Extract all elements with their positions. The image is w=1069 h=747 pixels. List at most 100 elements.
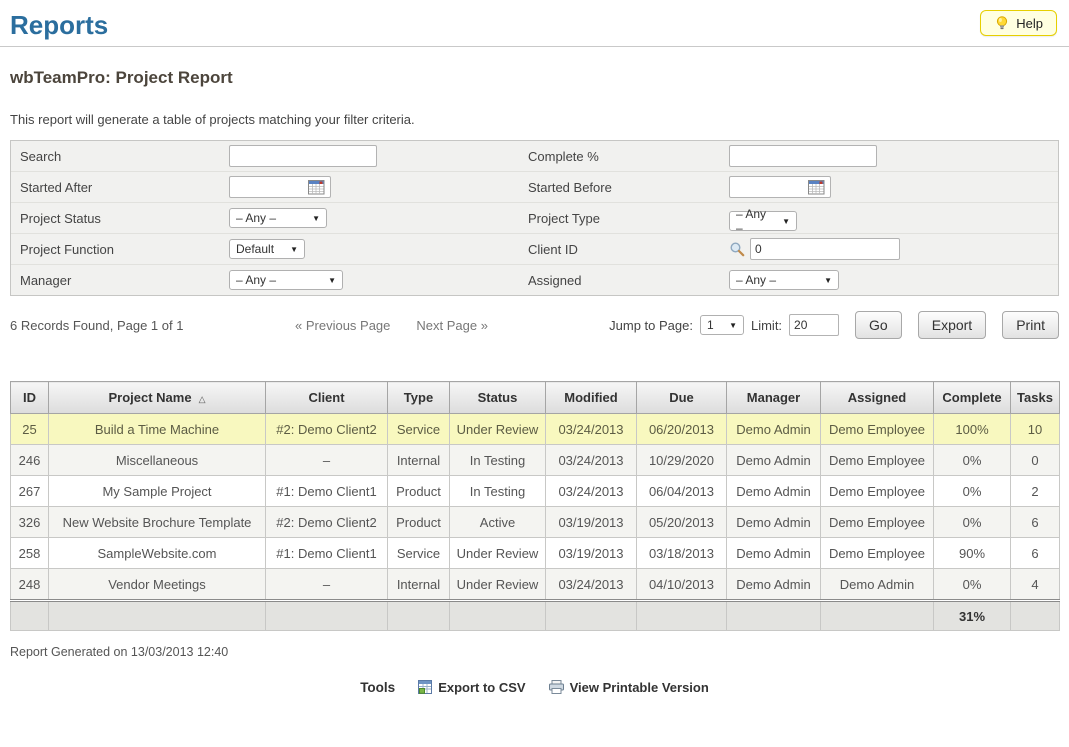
- table-row[interactable]: 25Build a Time Machine#2: Demo Client2Se…: [11, 414, 1060, 445]
- column-header-type[interactable]: Type: [388, 382, 450, 414]
- table-row[interactable]: 258SampleWebsite.com#1: Demo Client1Serv…: [11, 538, 1060, 569]
- csv-file-icon: [417, 679, 433, 695]
- column-header-project-name[interactable]: Project Name △: [49, 382, 266, 414]
- table-cell: Service: [388, 414, 450, 445]
- table-cell: Under Review: [450, 538, 546, 569]
- column-header-assigned[interactable]: Assigned: [821, 382, 934, 414]
- column-header-tasks[interactable]: Tasks: [1011, 382, 1060, 414]
- calendar-icon[interactable]: [808, 179, 825, 195]
- report-description: This report will generate a table of pro…: [10, 112, 1059, 127]
- summary-cell: [546, 601, 637, 631]
- column-header-label: Tasks: [1017, 390, 1053, 405]
- complete-input[interactable]: [729, 145, 877, 167]
- table-row[interactable]: 246Miscellaneous–InternalIn Testing03/24…: [11, 445, 1060, 476]
- export-button[interactable]: Export: [918, 311, 986, 339]
- table-cell: 6: [1011, 538, 1060, 569]
- manager-select[interactable]: – Any – ▼: [229, 270, 343, 290]
- started-before-input[interactable]: [732, 179, 808, 195]
- chevron-down-icon: ▼: [729, 321, 737, 330]
- project-function-label: Project Function: [11, 242, 229, 257]
- table-row[interactable]: 326New Website Brochure Template#2: Demo…: [11, 507, 1060, 538]
- chevron-down-icon: ▼: [312, 214, 320, 223]
- summary-cell: [11, 601, 49, 631]
- page-title: Reports: [10, 10, 108, 40]
- table-cell: Demo Employee: [821, 445, 934, 476]
- manager-value: – Any –: [236, 273, 276, 287]
- summary-complete-value: 31%: [934, 601, 1011, 631]
- table-cell: 4: [1011, 569, 1060, 601]
- table-cell: Build a Time Machine: [49, 414, 266, 445]
- project-type-select[interactable]: – Any – ▼: [729, 211, 797, 231]
- table-cell: Active: [450, 507, 546, 538]
- table-cell: 25: [11, 414, 49, 445]
- client-id-input[interactable]: [750, 238, 900, 260]
- search-input[interactable]: [229, 145, 377, 167]
- summary-cell: [388, 601, 450, 631]
- column-header-label: Project Name: [108, 390, 191, 405]
- column-header-client[interactable]: Client: [266, 382, 388, 414]
- view-printable-link[interactable]: View Printable Version: [548, 679, 709, 695]
- search-client-icon[interactable]: [729, 241, 745, 257]
- table-cell: 10/29/2020: [637, 445, 727, 476]
- assigned-select[interactable]: – Any – ▼: [729, 270, 839, 290]
- previous-page-link[interactable]: « Previous Page: [295, 318, 390, 333]
- client-id-label: Client ID: [519, 242, 729, 257]
- next-page-link[interactable]: Next Page »: [416, 318, 488, 333]
- project-type-value: – Any –: [736, 207, 774, 235]
- project-status-select[interactable]: – Any – ▼: [229, 208, 327, 228]
- project-function-select[interactable]: Default ▼: [229, 239, 305, 259]
- table-cell: Demo Admin: [821, 569, 934, 601]
- column-header-label: ID: [23, 390, 36, 405]
- table-cell: –: [266, 569, 388, 601]
- column-header-complete[interactable]: Complete: [934, 382, 1011, 414]
- help-button[interactable]: Help: [980, 10, 1057, 36]
- export-to-csv-label: Export to CSV: [438, 680, 525, 695]
- started-before-field: [729, 176, 831, 198]
- report-title: wbTeamPro: Project Report: [10, 68, 1059, 88]
- column-header-label: Complete: [942, 390, 1001, 405]
- summary-cell: [266, 601, 388, 631]
- calendar-icon[interactable]: [308, 179, 325, 195]
- column-header-status[interactable]: Status: [450, 382, 546, 414]
- table-cell: Demo Employee: [821, 507, 934, 538]
- table-cell: Under Review: [450, 569, 546, 601]
- lightbulb-icon: [994, 15, 1010, 31]
- table-cell: Demo Admin: [727, 569, 821, 601]
- column-header-due[interactable]: Due: [637, 382, 727, 414]
- table-cell: 0: [1011, 445, 1060, 476]
- sort-asc-icon: △: [199, 394, 206, 404]
- column-header-label: Manager: [747, 390, 800, 405]
- limit-input[interactable]: [789, 314, 839, 336]
- export-to-csv-link[interactable]: Export to CSV: [417, 679, 525, 695]
- project-type-label: Project Type: [519, 211, 729, 226]
- column-header-label: Modified: [564, 390, 617, 405]
- column-header-label: Type: [404, 390, 433, 405]
- filter-panel: Search Complete % Started After Started …: [10, 140, 1059, 296]
- column-header-manager[interactable]: Manager: [727, 382, 821, 414]
- column-header-id[interactable]: ID: [11, 382, 49, 414]
- table-cell: Product: [388, 476, 450, 507]
- table-row[interactable]: 267My Sample Project#1: Demo Client1Prod…: [11, 476, 1060, 507]
- table-cell: 03/19/2013: [546, 538, 637, 569]
- table-cell: #1: Demo Client1: [266, 476, 388, 507]
- table-cell: 06/20/2013: [637, 414, 727, 445]
- table-row[interactable]: 248Vendor Meetings–InternalUnder Review0…: [11, 569, 1060, 601]
- started-after-input[interactable]: [232, 179, 308, 195]
- assigned-value: – Any –: [736, 273, 776, 287]
- column-header-label: Client: [308, 390, 344, 405]
- table-cell: 248: [11, 569, 49, 601]
- go-button[interactable]: Go: [855, 311, 902, 339]
- table-cell: 03/24/2013: [546, 569, 637, 601]
- view-printable-label: View Printable Version: [570, 680, 709, 695]
- tools-label: Tools: [360, 680, 395, 695]
- summary-row: 31%: [11, 601, 1060, 631]
- table-cell: 03/24/2013: [546, 414, 637, 445]
- filter-row: Project Status – Any – ▼ Project Type – …: [11, 203, 1058, 234]
- print-button[interactable]: Print: [1002, 311, 1059, 339]
- jump-to-page-select[interactable]: 1 ▼: [700, 315, 744, 335]
- column-header-modified[interactable]: Modified: [546, 382, 637, 414]
- table-cell: 246: [11, 445, 49, 476]
- project-function-value: Default: [236, 242, 274, 256]
- table-cell: 0%: [934, 445, 1011, 476]
- filter-row: Search Complete %: [11, 141, 1058, 172]
